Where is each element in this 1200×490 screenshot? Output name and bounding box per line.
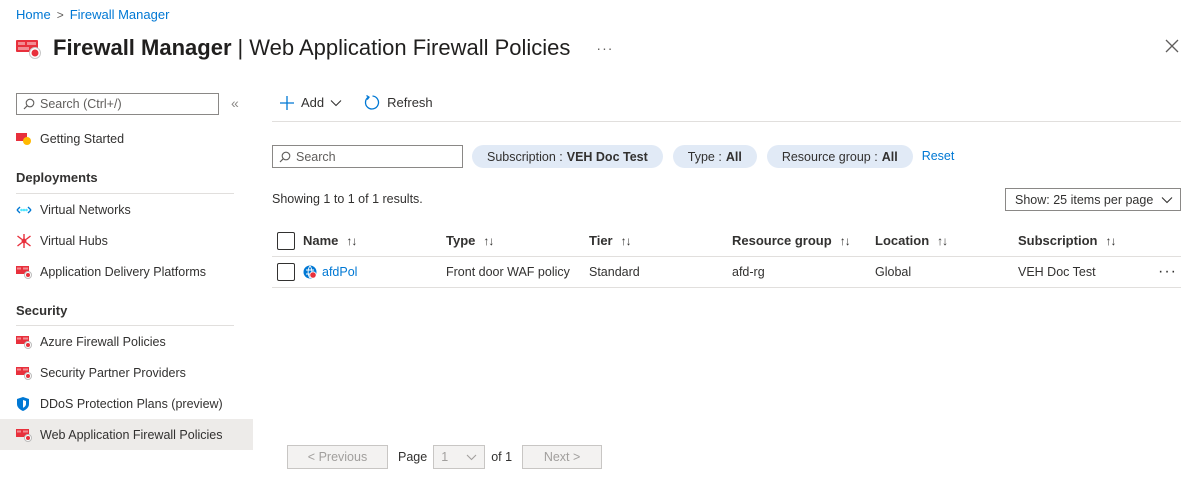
search-icon (279, 151, 291, 162)
virtual-network-icon (16, 203, 32, 217)
plus-icon (280, 95, 294, 110)
page-size-dropdown[interactable]: Show: 25 items per page (1005, 188, 1181, 211)
sort-icon: ↑↓ (346, 233, 357, 248)
sidebar-item-virtual-hubs[interactable]: Virtual Hubs (0, 225, 253, 256)
sidebar-search-input[interactable] (40, 97, 210, 111)
previous-page-button[interactable]: < Previous (287, 445, 388, 469)
breadcrumb: Home > Firewall Manager (16, 7, 169, 22)
resource-group-filter-pill[interactable]: Resource group : All (766, 145, 913, 168)
page-number-dropdown[interactable]: 1 (433, 445, 486, 469)
sidebar-item-ddos-protection-plans[interactable]: DDoS Protection Plans (preview) (0, 388, 253, 419)
row-more-options-icon[interactable]: ··· (1158, 257, 1177, 287)
resource-search[interactable] (272, 145, 463, 168)
sort-icon: ↑↓ (1105, 233, 1116, 248)
close-icon[interactable] (1164, 38, 1180, 54)
policies-table: Name ↑↓ Type ↑↓ Tier ↑↓ Resource group ↑↓ Lo… (272, 225, 1181, 288)
sidebar-item-application-delivery-platforms[interactable]: Application Delivery Platforms (0, 256, 253, 287)
cell-subscription: VEH Doc Test (1018, 265, 1096, 279)
page-title: Firewall Manager | Web Application Firewal… (53, 35, 571, 60)
shield-icon (16, 396, 32, 411)
getting-started-icon (16, 132, 32, 146)
firewall-icon (16, 428, 32, 442)
sort-icon: ↑↓ (620, 233, 632, 248)
sort-icon: ↑↓ (839, 233, 851, 248)
chevron-down-icon (1161, 196, 1173, 203)
waf-policy-icon (303, 265, 317, 279)
results-count: Showing 1 to 1 of 1 results. (272, 192, 423, 206)
table-row[interactable]: afdPol Front door WAF policy Standard af… (272, 257, 1181, 288)
breadcrumb-separator: > (56, 7, 64, 22)
refresh-icon (365, 94, 380, 110)
add-button[interactable]: Add (279, 95, 342, 111)
cell-location: Global (875, 265, 912, 279)
pagination: < Previous Page 1 of 1 Next > (287, 445, 603, 469)
command-bar: Add Refresh (279, 94, 433, 111)
row-select-cell (277, 257, 295, 287)
sidebar-item-virtual-networks[interactable]: Virtual Networks (0, 194, 253, 225)
filter-bar: Subscription :VEH Doc Test Type :All Res… (272, 145, 954, 168)
subscription-filter-pill[interactable]: Subscription : VEH Doc Test (472, 145, 663, 168)
column-header-resource-group[interactable]: Resource group ↑↓ (732, 225, 851, 256)
refresh-button[interactable]: Refresh (364, 94, 433, 111)
column-header-subscription[interactable]: Subscription ↑↓ (1018, 225, 1116, 256)
chevron-down-icon (466, 454, 477, 460)
resource-search-input[interactable] (296, 149, 456, 164)
column-header-type[interactable]: Type ↑↓ (446, 225, 494, 256)
page-label: Page (398, 450, 428, 464)
sidebar-item-web-application-firewall-policies[interactable]: Web Application Firewall Policies (0, 419, 253, 450)
more-options-icon[interactable]: ··· (596, 40, 613, 56)
firewall-icon (16, 335, 32, 349)
cell-name: afdPol (303, 257, 357, 287)
cell-tier: Standard (589, 265, 640, 279)
next-page-button[interactable]: Next > (522, 445, 603, 469)
sidebar-item-azure-firewall-policies[interactable]: Azure Firewall Policies (0, 326, 253, 357)
divider (272, 121, 1181, 122)
page-header: Firewall Manager | Web Application Firewal… (16, 33, 613, 63)
page-of-label: of 1 (491, 450, 513, 464)
sidebar-search[interactable] (16, 93, 219, 115)
breadcrumb-home-link[interactable]: Home (16, 7, 51, 22)
cell-resource-group: afd-rg (732, 265, 765, 279)
row-checkbox[interactable] (277, 263, 295, 281)
column-header-location[interactable]: Location ↑↓ (875, 225, 948, 256)
virtual-hub-icon (16, 233, 32, 248)
table-header: Name ↑↓ Type ↑↓ Tier ↑↓ Resource group ↑↓ Lo… (272, 225, 1181, 257)
firewall-icon (16, 366, 32, 380)
breadcrumb-firewall-manager-link[interactable]: Firewall Manager (70, 7, 170, 22)
firewall-manager-icon (16, 37, 42, 59)
column-header-tier[interactable]: Tier ↑↓ (589, 225, 632, 256)
policy-name-link[interactable]: afdPol (322, 265, 357, 279)
sort-icon: ↑↓ (937, 233, 948, 248)
cell-type: Front door WAF policy (446, 265, 570, 279)
select-all-checkbox[interactable] (277, 231, 295, 250)
sidebar-item-getting-started[interactable]: Getting Started (0, 123, 253, 154)
section-deployments: Deployments (16, 170, 98, 185)
section-security: Security (16, 303, 68, 318)
sidebar-item-security-partner-providers[interactable]: Security Partner Providers (0, 357, 253, 388)
type-filter-pill[interactable]: Type : All (672, 145, 757, 168)
firewall-icon (16, 265, 32, 279)
search-icon (23, 98, 35, 110)
column-header-name[interactable]: Name ↑↓ (303, 225, 357, 256)
chevron-down-icon (330, 99, 342, 106)
select-all-cell (277, 225, 295, 256)
sort-icon: ↑↓ (483, 233, 494, 248)
collapse-sidebar-icon[interactable]: « (231, 95, 239, 111)
reset-filters-link[interactable]: Reset (922, 149, 955, 163)
